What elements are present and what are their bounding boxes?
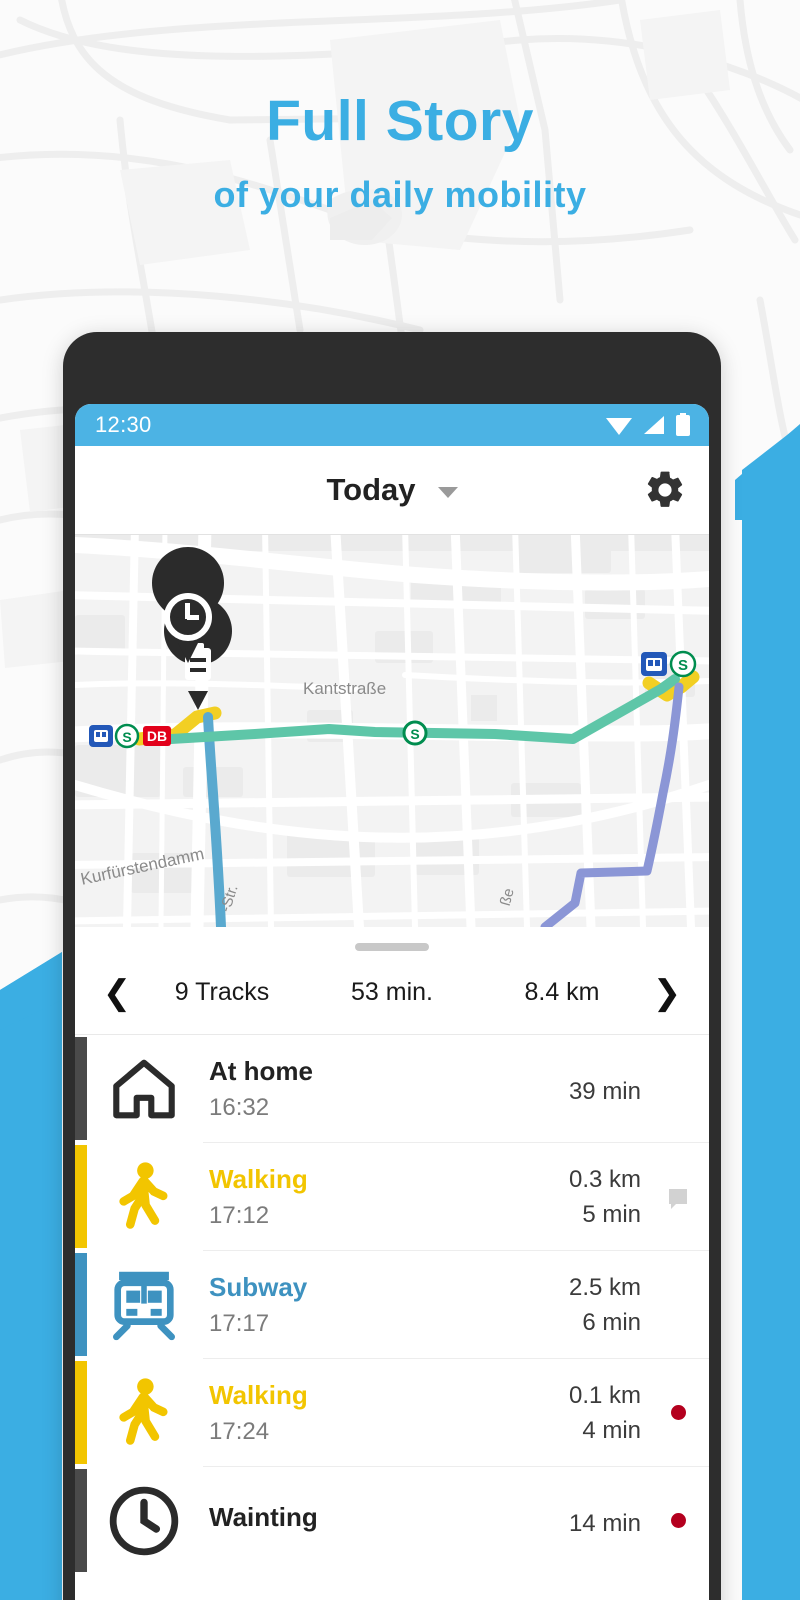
- transit-cluster-west: S DB: [89, 723, 171, 749]
- svg-text:DB: DB: [147, 728, 167, 744]
- sheet-drag-handle[interactable]: [355, 943, 429, 951]
- track-color-bar: [75, 1253, 87, 1356]
- track-texts: At home 16:32: [203, 1055, 517, 1122]
- track-distance: 0.3 km: [568, 1165, 641, 1193]
- battery-icon: [676, 413, 690, 436]
- track-texts: Walking 17:24: [203, 1379, 517, 1446]
- route-map[interactable]: S S DB S Kantstraße Kurfürstendamm -Str.…: [75, 535, 709, 927]
- track-color-bar: [75, 1361, 87, 1464]
- summary-duration: 53 min.: [351, 978, 433, 1006]
- track-metrics: 2.5 km 6 min: [517, 1272, 647, 1337]
- walking-icon: [85, 1160, 203, 1234]
- track-row[interactable]: Wainting 14 min: [75, 1467, 709, 1574]
- gear-icon: [647, 471, 683, 507]
- track-distance: 0.1 km: [568, 1381, 641, 1409]
- track-row[interactable]: Walking 17:24 0.1 km 4 min: [75, 1359, 709, 1466]
- app-bar: Today: [75, 446, 709, 535]
- track-texts: Walking 17:12: [203, 1163, 517, 1230]
- app-bar-title: Today: [326, 472, 416, 507]
- page-subtitle: of your daily mobility: [213, 173, 587, 215]
- summary-distance: 8.4 km: [524, 978, 600, 1006]
- street-label-kantstrasse: Kantstraße: [303, 679, 387, 698]
- svg-text:S: S: [410, 726, 419, 742]
- page-title: Full Story: [266, 89, 534, 153]
- track-metrics: 0.3 km 5 min: [517, 1164, 647, 1229]
- track-trailing[interactable]: [647, 1405, 709, 1420]
- status-dot-icon: [670, 1405, 686, 1420]
- track-title: Walking: [209, 1164, 308, 1195]
- track-title: Subway: [209, 1272, 308, 1303]
- track-row[interactable]: Walking 17:12 0.3 km 5 min: [75, 1143, 709, 1250]
- track-texts: Wainting: [203, 1501, 517, 1540]
- walking-icon: [85, 1376, 203, 1450]
- track-distance: 2.5 km: [568, 1273, 641, 1301]
- previous-day-button[interactable]: ❮: [97, 976, 137, 1010]
- home-icon: [85, 1054, 203, 1124]
- track-duration: 5 min: [582, 1201, 641, 1229]
- track-title: Wainting: [209, 1502, 318, 1533]
- track-time: 16:32: [209, 1093, 270, 1121]
- status-bar: 12:30: [75, 404, 709, 446]
- track-title: At home: [209, 1056, 313, 1087]
- track-metrics: 39 min: [517, 1072, 647, 1106]
- svg-text:S: S: [678, 657, 688, 674]
- track-color-bar: [75, 1037, 87, 1140]
- status-dot-icon: [670, 1513, 686, 1528]
- phone-mockup: 12:30 Today S S DB S Kantstraße Kurfürst…: [63, 332, 721, 1600]
- track-duration: 4 min: [582, 1417, 641, 1445]
- track-color-bar: [75, 1469, 87, 1572]
- track-metrics: 0.1 km 4 min: [517, 1380, 647, 1445]
- track-trailing[interactable]: [647, 1189, 709, 1209]
- bottom-sheet: ❮ 9 Tracks 53 min. 8.4 km ❯: [75, 943, 709, 1035]
- s-bahn-route-marker: S: [402, 720, 428, 746]
- day-summary-bar: ❮ 9 Tracks 53 min. 8.4 km ❯: [75, 951, 709, 1035]
- chevron-down-icon: [437, 486, 458, 498]
- comment-icon: [669, 1189, 687, 1209]
- subway-icon: [85, 1269, 203, 1341]
- status-bar-icons: [605, 413, 691, 437]
- summary-tracks-count: 9 Tracks: [174, 978, 270, 1006]
- signal-icon: [644, 416, 664, 434]
- phone-screen: 12:30 Today S S DB S Kantstraße Kurfürst…: [75, 404, 709, 1600]
- clock-icon: [85, 1484, 203, 1558]
- track-trailing[interactable]: [647, 1513, 709, 1528]
- track-title: Walking: [209, 1380, 308, 1411]
- track-time: 17:12: [209, 1201, 270, 1229]
- track-duration: 14 min: [568, 1509, 641, 1537]
- next-day-button[interactable]: ❯: [647, 976, 687, 1010]
- wifi-icon: [606, 418, 632, 435]
- track-time: 17:24: [209, 1417, 270, 1445]
- track-duration: 39 min: [568, 1077, 641, 1105]
- track-row[interactable]: Subway 17:17 2.5 km 6 min: [75, 1251, 709, 1358]
- track-row[interactable]: At home 16:32 39 min: [75, 1035, 709, 1142]
- svg-text:S: S: [122, 729, 131, 745]
- promo-screenshot: Full Story of your daily mobility 12:30: [0, 0, 800, 1600]
- track-texts: Subway 17:17: [203, 1271, 517, 1338]
- settings-button[interactable]: [643, 468, 687, 512]
- track-time: 17:17: [209, 1309, 270, 1337]
- track-duration: 6 min: [582, 1309, 641, 1337]
- day-selector[interactable]: Today: [75, 472, 709, 508]
- promo-headline-block: Full Story of your daily mobility: [0, 89, 800, 216]
- track-metrics: 14 min: [517, 1504, 647, 1538]
- track-list[interactable]: At home 16:32 39 min Walking 17:12 0.3 k…: [75, 1035, 709, 1574]
- track-color-bar: [75, 1145, 87, 1248]
- status-bar-clock: 12:30: [95, 412, 152, 437]
